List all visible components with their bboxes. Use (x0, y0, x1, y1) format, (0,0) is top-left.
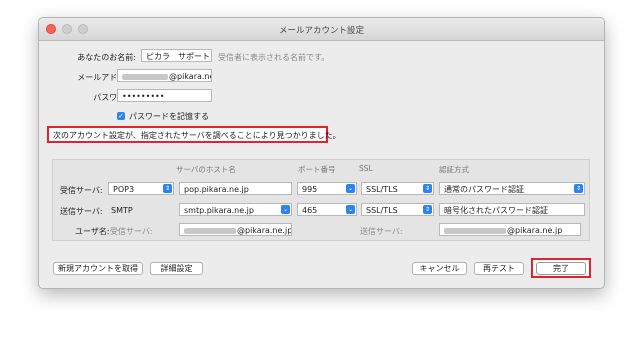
updown-icon: ⇕ (574, 184, 583, 193)
port-column-header: ポート番号 (298, 165, 336, 174)
username-label: ユーザ名: (75, 227, 110, 236)
discovery-notice: 次のアカウント設定が、指定されたサーバを調べることにより見つかりました。 (47, 126, 341, 143)
remember-password-label: パスワードを記憶する (129, 112, 209, 121)
retest-button[interactable]: 再テスト (474, 262, 524, 275)
outgoing-auth-select[interactable]: 暗号化されたパスワード認証 (439, 203, 585, 216)
incoming-host-field[interactable]: pop.pikara.ne.jp (179, 182, 292, 195)
auth-column-header: 認証方式 (439, 165, 469, 174)
outgoing-host-value: smtp.pikara.ne.jp (184, 206, 254, 215)
outgoing-port-value: 465 (302, 206, 318, 215)
ssl-column-header: SSL (359, 164, 373, 173)
updown-icon: ⇕ (423, 205, 432, 214)
incoming-protocol-select[interactable]: POP3 ⇕ (108, 182, 174, 195)
mail-account-settings-window: メールアカウント設定 あなたのお名前: ピカラ サポート 受信者に表示される名前… (38, 17, 605, 289)
updown-icon: ⇕ (163, 184, 172, 193)
host-column-header: サーバのホスト名 (176, 165, 236, 174)
redacted-text (184, 227, 236, 234)
outgoing-server-label: 送信サーバ: (60, 207, 103, 216)
chevron-down-icon: ⌄ (346, 184, 355, 193)
updown-icon: ⇕ (423, 184, 432, 193)
password-field[interactable]: ••••••••• (117, 89, 212, 102)
name-label: あなたのお名前: (77, 53, 136, 62)
server-settings-panel: サーバのホスト名 ポート番号 SSL 認証方式 受信サーバ: POP3 ⇕ po… (52, 159, 590, 241)
email-field[interactable]: @pikara.ne.jp (117, 69, 212, 82)
incoming-auth-select[interactable]: 通常のパスワード認証 ⇕ (439, 182, 585, 195)
incoming-protocol-value: POP3 (113, 185, 135, 194)
chevron-down-icon: ⌄ (281, 205, 290, 214)
outgoing-username-suffix: @pikara.ne.jp (507, 226, 563, 235)
title-bar: メールアカウント設定 (39, 18, 604, 41)
incoming-server-label: 受信サーバ: (60, 186, 103, 195)
outgoing-host-combobox[interactable]: smtp.pikara.ne.jp ⌄ (179, 203, 292, 216)
incoming-port-value: 995 (302, 185, 318, 194)
incoming-ssl-value: SSL/TLS (366, 185, 398, 194)
outgoing-ssl-select[interactable]: SSL/TLS ⇕ (361, 203, 434, 216)
outgoing-username-field[interactable]: @pikara.ne.jp (439, 223, 581, 236)
redacted-text (122, 73, 168, 80)
username-outgoing-label: 送信サーバ: (360, 227, 403, 236)
done-button[interactable]: 完了 (536, 262, 586, 275)
done-highlight: 完了 (531, 258, 591, 278)
new-account-button[interactable]: 新規アカウントを取得 (53, 262, 143, 275)
window-title: メールアカウント設定 (278, 26, 364, 36)
outgoing-ssl-value: SSL/TLS (366, 206, 398, 215)
incoming-port-select[interactable]: 995 ⌄ (297, 182, 357, 195)
remember-password-checkbox[interactable]: ✓ (117, 112, 125, 120)
chevron-down-icon: ⌄ (346, 205, 355, 214)
outgoing-protocol: SMTP (111, 206, 133, 215)
incoming-auth-value: 通常のパスワード認証 (444, 185, 524, 194)
incoming-username-field[interactable]: @pikara.ne.jp (179, 223, 292, 236)
username-incoming-label: 受信サーバ: (110, 227, 153, 236)
name-hint: 受信者に表示される名前です。 (218, 53, 330, 62)
redacted-text (444, 227, 506, 234)
incoming-ssl-select[interactable]: SSL/TLS ⇕ (361, 182, 434, 195)
email-suffix: @pikara.ne.jp (169, 72, 211, 81)
incoming-username-suffix: @pikara.ne.jp (237, 226, 292, 235)
cancel-button[interactable]: キャンセル (412, 262, 467, 275)
advanced-settings-button[interactable]: 詳細設定 (150, 262, 203, 275)
name-field[interactable]: ピカラ サポート (141, 49, 212, 62)
outgoing-port-select[interactable]: 465 ⌄ (297, 203, 357, 216)
